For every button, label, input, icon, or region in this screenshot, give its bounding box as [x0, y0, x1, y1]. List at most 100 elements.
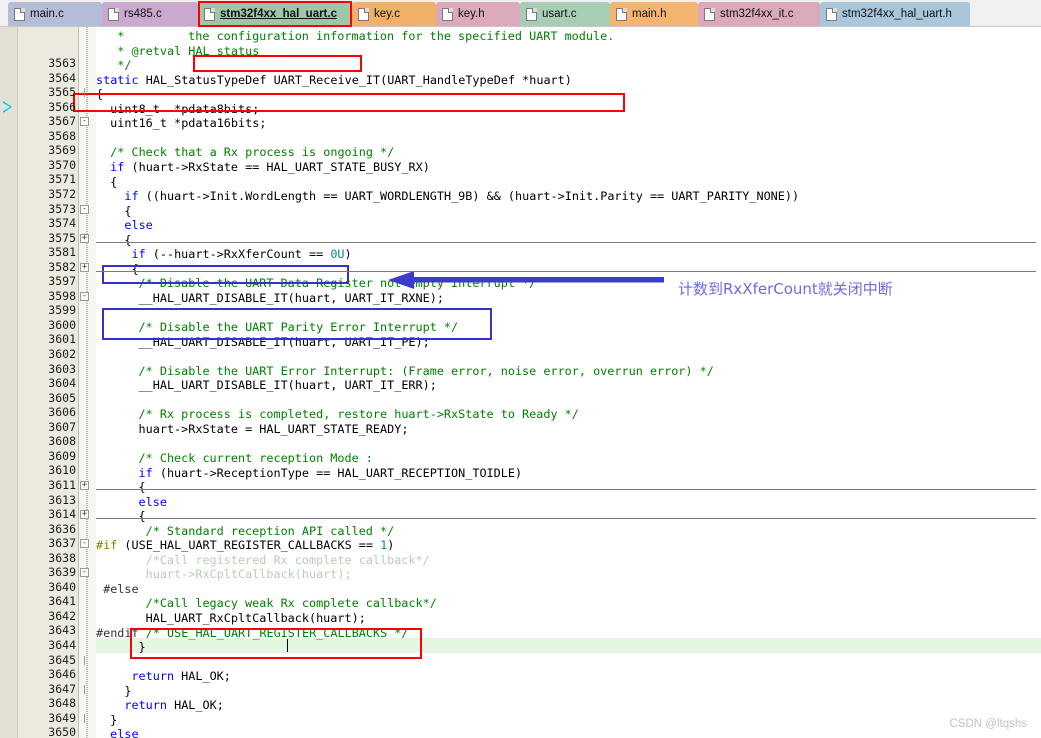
line-number: 3568 [48, 128, 76, 143]
code-line[interactable]: #if (USE_HAL_UART_REGISTER_CALLBACKS == … [96, 538, 394, 553]
breakpoint-marker-column[interactable] [0, 27, 18, 738]
code-line[interactable]: * [117, 29, 124, 44]
tab-key-c[interactable]: key.c [352, 2, 436, 26]
tab-main-c[interactable]: main.c [8, 2, 102, 26]
code-line[interactable]: { [139, 509, 146, 524]
line-number: 3575 [48, 230, 76, 245]
code-line[interactable]: uint16_t *pdata16bits; [110, 116, 266, 131]
code-line[interactable]: huart->RxState = HAL_UART_STATE_READY; [139, 422, 409, 437]
code-token: { [110, 174, 118, 189]
code-line[interactable]: return HAL_OK; [131, 669, 230, 684]
file-document-icon [108, 8, 119, 21]
code-line[interactable]: huart->RxCpltCallback(huart); [146, 567, 352, 582]
code-line[interactable]: __HAL_UART_DISABLE_IT(huart, UART_IT_PE)… [139, 335, 430, 350]
code-line[interactable]: else [110, 727, 138, 738]
code-token: /* Check current reception Mode : [138, 450, 373, 465]
fold-guide-line [80, 655, 89, 665]
code-token: * @retval HAL status [117, 43, 260, 58]
code-line[interactable]: /* Disable the UART Data Register not em… [139, 276, 537, 291]
code-line[interactable]: else [139, 495, 167, 510]
line-number: 3613 [48, 492, 76, 507]
tab-key-h[interactable]: key.h [436, 2, 520, 26]
tab-label: stm32f4xx_it.c [720, 7, 794, 20]
code-token: __HAL_UART_DISABLE_IT(huart, UART_IT_ERR… [138, 378, 437, 393]
fold-collapse-icon[interactable]: - [80, 568, 89, 578]
tab-main-h[interactable]: main.h [610, 2, 698, 26]
line-number: 3606 [48, 405, 76, 420]
code-line[interactable]: /* Rx process is completed, restore huar… [139, 407, 579, 422]
code-line[interactable]: /* Disable the UART Parity Error Interru… [139, 320, 459, 335]
tab-rs485-c[interactable]: rs485.c [102, 2, 198, 26]
code-line[interactable]: { [124, 204, 131, 219]
execution-pointer-inner-icon [3, 102, 10, 111]
code-line[interactable]: if (--huart->RxXferCount == 0U) [131, 247, 351, 262]
code-line[interactable]: { [110, 175, 117, 190]
line-number: 3572 [48, 186, 76, 201]
code-line[interactable]: /*Call registered Rx complete callback*/ [146, 553, 430, 568]
line-number: 3614 [48, 507, 76, 522]
fold-expand-icon[interactable]: + [80, 510, 89, 520]
code-token: } [138, 640, 146, 655]
code-line[interactable]: if (huart->RxState == HAL_UART_STATE_BUS… [110, 160, 430, 175]
editor-tab-bar[interactable]: main.c rs485.c stm32f4xx_hal_uart.c key.c ke… [0, 0, 1041, 27]
code-line[interactable]: if ((huart->Init.WordLength == UART_WORD… [124, 189, 799, 204]
fold-collapse-icon[interactable]: - [80, 291, 89, 301]
code-line[interactable]: if (huart->ReceptionType == HAL_UART_REC… [139, 466, 523, 481]
line-number: 3566 [48, 99, 76, 114]
line-number: 3573 [48, 201, 76, 216]
code-line[interactable]: { [131, 262, 138, 277]
code-token: else [124, 218, 153, 233]
tab-label: key.c [374, 7, 400, 20]
code-line[interactable]: __HAL_UART_DISABLE_IT(huart, UART_IT_ERR… [139, 378, 437, 393]
code-line[interactable]: uint8_t *pdata8bits; [110, 102, 259, 117]
code-line[interactable]: { [96, 87, 103, 102]
code-folding-column[interactable] [78, 27, 96, 738]
code-line[interactable]: #endif /* USE_HAL_UART_REGISTER_CALLBACK… [96, 626, 409, 641]
code-line[interactable]: /* Standard reception API called */ [146, 524, 395, 539]
code-line[interactable]: return HAL_OK; [124, 698, 223, 713]
code-line[interactable]: /*Call legacy weak Rx complete callback*… [146, 596, 437, 611]
code-line[interactable]: /* Check that a Rx process is ongoing */ [110, 145, 394, 160]
tab-label: rs485.c [124, 7, 162, 20]
fold-expand-icon[interactable]: + [80, 262, 89, 272]
code-token: { [124, 232, 132, 247]
code-line[interactable]: { [139, 480, 146, 495]
code-line[interactable]: { [124, 233, 131, 248]
code-line[interactable]: } [139, 640, 146, 655]
code-line[interactable]: __HAL_UART_DISABLE_IT(huart, UART_IT_RXN… [139, 291, 444, 306]
code-editor[interactable]: * the configuration information for the s… [0, 27, 1041, 738]
code-line[interactable]: /* Check current reception Mode : [139, 451, 373, 466]
tab-stm32f4xx-it-c[interactable]: stm32f4xx_it.c [698, 2, 820, 26]
code-token: (huart->RxState == HAL_UART_STATE_BUSY_R… [124, 159, 430, 174]
code-token: #else [96, 581, 139, 596]
code-line[interactable]: static HAL_StatusTypeDef UART_Receive_IT… [96, 73, 572, 88]
code-line[interactable]: */ [117, 58, 131, 73]
fold-collapse-icon[interactable]: - [80, 117, 89, 127]
line-number: 3569 [48, 143, 76, 158]
file-document-icon [358, 8, 369, 21]
code-line[interactable]: else [124, 218, 152, 233]
tab-stm32f4xx-hal-uart-c[interactable]: stm32f4xx_hal_uart.c [198, 2, 352, 26]
watermark-label: CSDN @ltqshs [949, 718, 1028, 730]
code-token: /* USE_HAL_UART_REGISTER_CALLBACKS */ [138, 625, 409, 640]
code-line[interactable]: HAL_UART_RxCpltCallback(huart); [146, 611, 366, 626]
code-text-area[interactable]: * the configuration information for the s… [96, 27, 1041, 738]
tab-label: key.h [458, 7, 485, 20]
code-line[interactable]: } [110, 713, 117, 728]
line-number: 3600 [48, 317, 76, 332]
fold-expand-icon[interactable]: + [80, 233, 89, 243]
code-token: static [96, 72, 139, 87]
fold-collapse-icon[interactable]: - [80, 539, 89, 549]
code-token: uint8_t *pdata8bits; [110, 101, 260, 116]
fold-collapse-icon[interactable]: - [80, 204, 89, 214]
tab-stm32f4xx-hal-uart-h[interactable]: stm32f4xx_hal_uart.h [820, 2, 970, 26]
code-line[interactable]: /* Disable the UART Error Interrupt: (Fr… [139, 364, 714, 379]
code-token: huart->RxState = HAL_UART_STATE_READY; [138, 421, 409, 436]
tab-usart-c[interactable]: usart.c [520, 2, 610, 26]
collapsed-region-rule [96, 518, 1036, 520]
code-line[interactable]: } [124, 684, 131, 699]
line-number: 3571 [48, 172, 76, 187]
fold-expand-icon[interactable]: + [80, 480, 89, 490]
code-line[interactable]: #else [96, 582, 139, 597]
code-line[interactable]: * @retval HAL status [117, 44, 259, 59]
